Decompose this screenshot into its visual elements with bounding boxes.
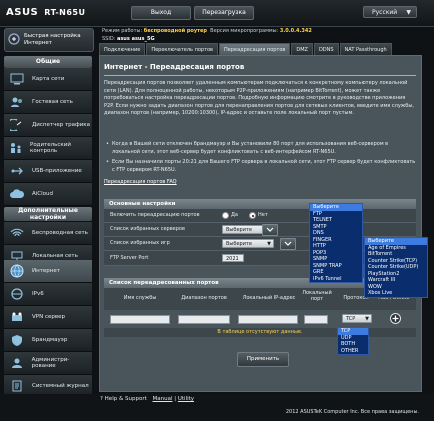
language-select[interactable]: Русский ▼ <box>363 6 417 18</box>
top-bar: ASUS RT-N65U Выход Перезагрузка Русский ▼ <box>0 0 434 27</box>
model-name: RT-N65U <box>44 8 86 17</box>
game-list-dropdown: Выберите Age of Empires BitTorrent Count… <box>364 237 428 298</box>
guest-network-icon <box>8 95 26 109</box>
sidebar-item-internet[interactable]: Интернет <box>4 260 92 283</box>
page-description: Переадресация портов позволяет удаленным… <box>104 80 414 117</box>
sidebar-item-traffic-manager[interactable]: Диспетчер трафика <box>4 114 92 137</box>
col-local-ip: Локальный IP-адрес <box>242 295 296 301</box>
parental-control-icon <box>8 141 24 155</box>
ipv6-icon <box>8 287 26 301</box>
tab-bar: Подключение Переключатель портов Переадр… <box>99 43 393 56</box>
dropdown-option[interactable]: OTHER <box>338 348 368 355</box>
sidebar-item-guest-network[interactable]: Гостевая сеть <box>4 91 92 114</box>
copyright: 2012 ASUSTeK Computer Inc. Все права защ… <box>285 409 419 415</box>
protocol-dropdown: TCP UDP BOTH OTHER <box>337 327 369 355</box>
firmware-link[interactable]: 3.0.0.4.342 <box>280 28 312 34</box>
general-section-header: Общие <box>4 56 92 68</box>
basic-settings-header: Основные настройки <box>104 199 416 209</box>
server-list-dropdown: Выберите FTP TELNET SMTP DNS FINGER HTTP… <box>309 203 363 283</box>
admin-icon <box>8 356 26 370</box>
chevron-down-icon: ▼ <box>406 9 411 16</box>
help-links: ? Help & Support Manual | Utility <box>100 396 195 402</box>
service-name-input[interactable] <box>110 315 170 324</box>
sidebar-item-firewall[interactable]: Брандмауэр <box>4 329 92 352</box>
ftp-port-input[interactable]: 2021 <box>222 254 244 262</box>
port-range-input[interactable] <box>178 315 230 324</box>
sidebar-item-ipv6[interactable]: IPv6 <box>4 283 92 306</box>
firewall-icon <box>8 333 26 347</box>
dropdown-option[interactable]: Xbox Live <box>365 290 427 297</box>
add-server-button[interactable] <box>262 224 278 236</box>
wireless-icon <box>8 226 26 240</box>
help-support-label: Help & Support <box>104 396 147 402</box>
network-map-icon <box>8 72 26 86</box>
enable-yes-radio[interactable] <box>222 212 229 219</box>
status-bar: Режим работы: беспроводной роутер Версия… <box>102 28 312 42</box>
cloud-icon <box>8 187 26 201</box>
sidebar-item-wireless[interactable]: Беспроводная сеть <box>4 222 92 245</box>
traffic-manager-icon <box>8 118 26 132</box>
enable-port-forwarding-row: Включить переадресацию портов Да Нет <box>104 209 416 223</box>
quick-setup-button[interactable]: Быстрая настройка Интернет <box>4 28 94 52</box>
chevron-down-icon: ▼ <box>365 316 369 322</box>
local-port-input[interactable] <box>304 315 328 324</box>
vpn-icon <box>8 310 26 324</box>
dropdown-option[interactable]: Counter Strike(UDP) <box>365 264 427 271</box>
divider <box>104 75 416 76</box>
page-title: Интернет - Переадресация портов <box>104 63 245 71</box>
chevron-down-icon: ▼ <box>267 241 271 247</box>
add-arrow-icon <box>284 241 292 246</box>
add-row-icon[interactable] <box>390 313 401 324</box>
main-panel: Интернет - Переадресация портов Переадре… <box>99 55 422 392</box>
sidebar-item-parental-control[interactable]: Родительский контроль <box>4 137 92 160</box>
port-entry-row: TCP ▼ <box>104 311 416 327</box>
sidebar-item-administration[interactable]: Администри-рование <box>4 352 92 375</box>
usb-icon <box>8 164 26 178</box>
operation-mode-link[interactable]: беспроводной роутер <box>144 28 207 34</box>
ssid-value: asus asus_5G <box>116 36 155 42</box>
quick-setup-icon <box>8 33 20 45</box>
add-game-button[interactable] <box>280 238 296 250</box>
dropdown-option[interactable]: IPv6 Tunnel <box>310 276 362 283</box>
sidebar-item-aicloud[interactable]: AiCloud <box>4 183 92 206</box>
protocol-select[interactable]: TCP ▼ <box>342 314 372 323</box>
reboot-button[interactable]: Перезагрузка <box>194 6 254 20</box>
footer: ? Help & Support Manual | Utility 2012 A… <box>0 394 434 421</box>
log-icon <box>8 379 26 393</box>
server-list-row: Список избранных серверов Выберите▼ <box>104 223 416 237</box>
enable-no-radio[interactable] <box>249 212 256 219</box>
utility-link[interactable]: Utility <box>178 396 194 402</box>
note-bullet-1: Когда в Вашей сети отключен брандмауэр и… <box>104 141 416 156</box>
col-local-port: Локальный порт <box>302 290 332 302</box>
globe-icon <box>8 264 26 278</box>
faq-link[interactable]: Переадресация портов FAQ <box>104 179 177 185</box>
help-icon: ? <box>100 396 103 402</box>
game-list-select[interactable]: Выберите ▼ <box>222 239 274 248</box>
sidebar-item-vpn[interactable]: VPN сервер <box>4 306 92 329</box>
col-port-range: Диапазон портов <box>181 295 227 301</box>
empty-table-message: В таблице отсутствуют данные. <box>104 328 416 337</box>
col-service: Имя службы <box>123 295 157 301</box>
advanced-section-header: Дополнительные настройки <box>4 207 92 221</box>
manual-link[interactable]: Manual <box>153 396 173 402</box>
local-ip-input[interactable] <box>238 315 298 324</box>
apply-button[interactable]: Применить <box>237 352 289 367</box>
add-arrow-icon <box>266 227 274 232</box>
logout-button[interactable]: Выход <box>131 6 191 20</box>
sidebar-item-network-map[interactable]: Карта сети <box>4 68 92 91</box>
brand-logo: ASUS RT-N65U <box>6 7 86 18</box>
sidebar-item-usb-app[interactable]: USB-приложение <box>4 160 92 183</box>
note-bullet-2: Если Вы назначили порты 20:21 для Вашего… <box>104 159 416 174</box>
